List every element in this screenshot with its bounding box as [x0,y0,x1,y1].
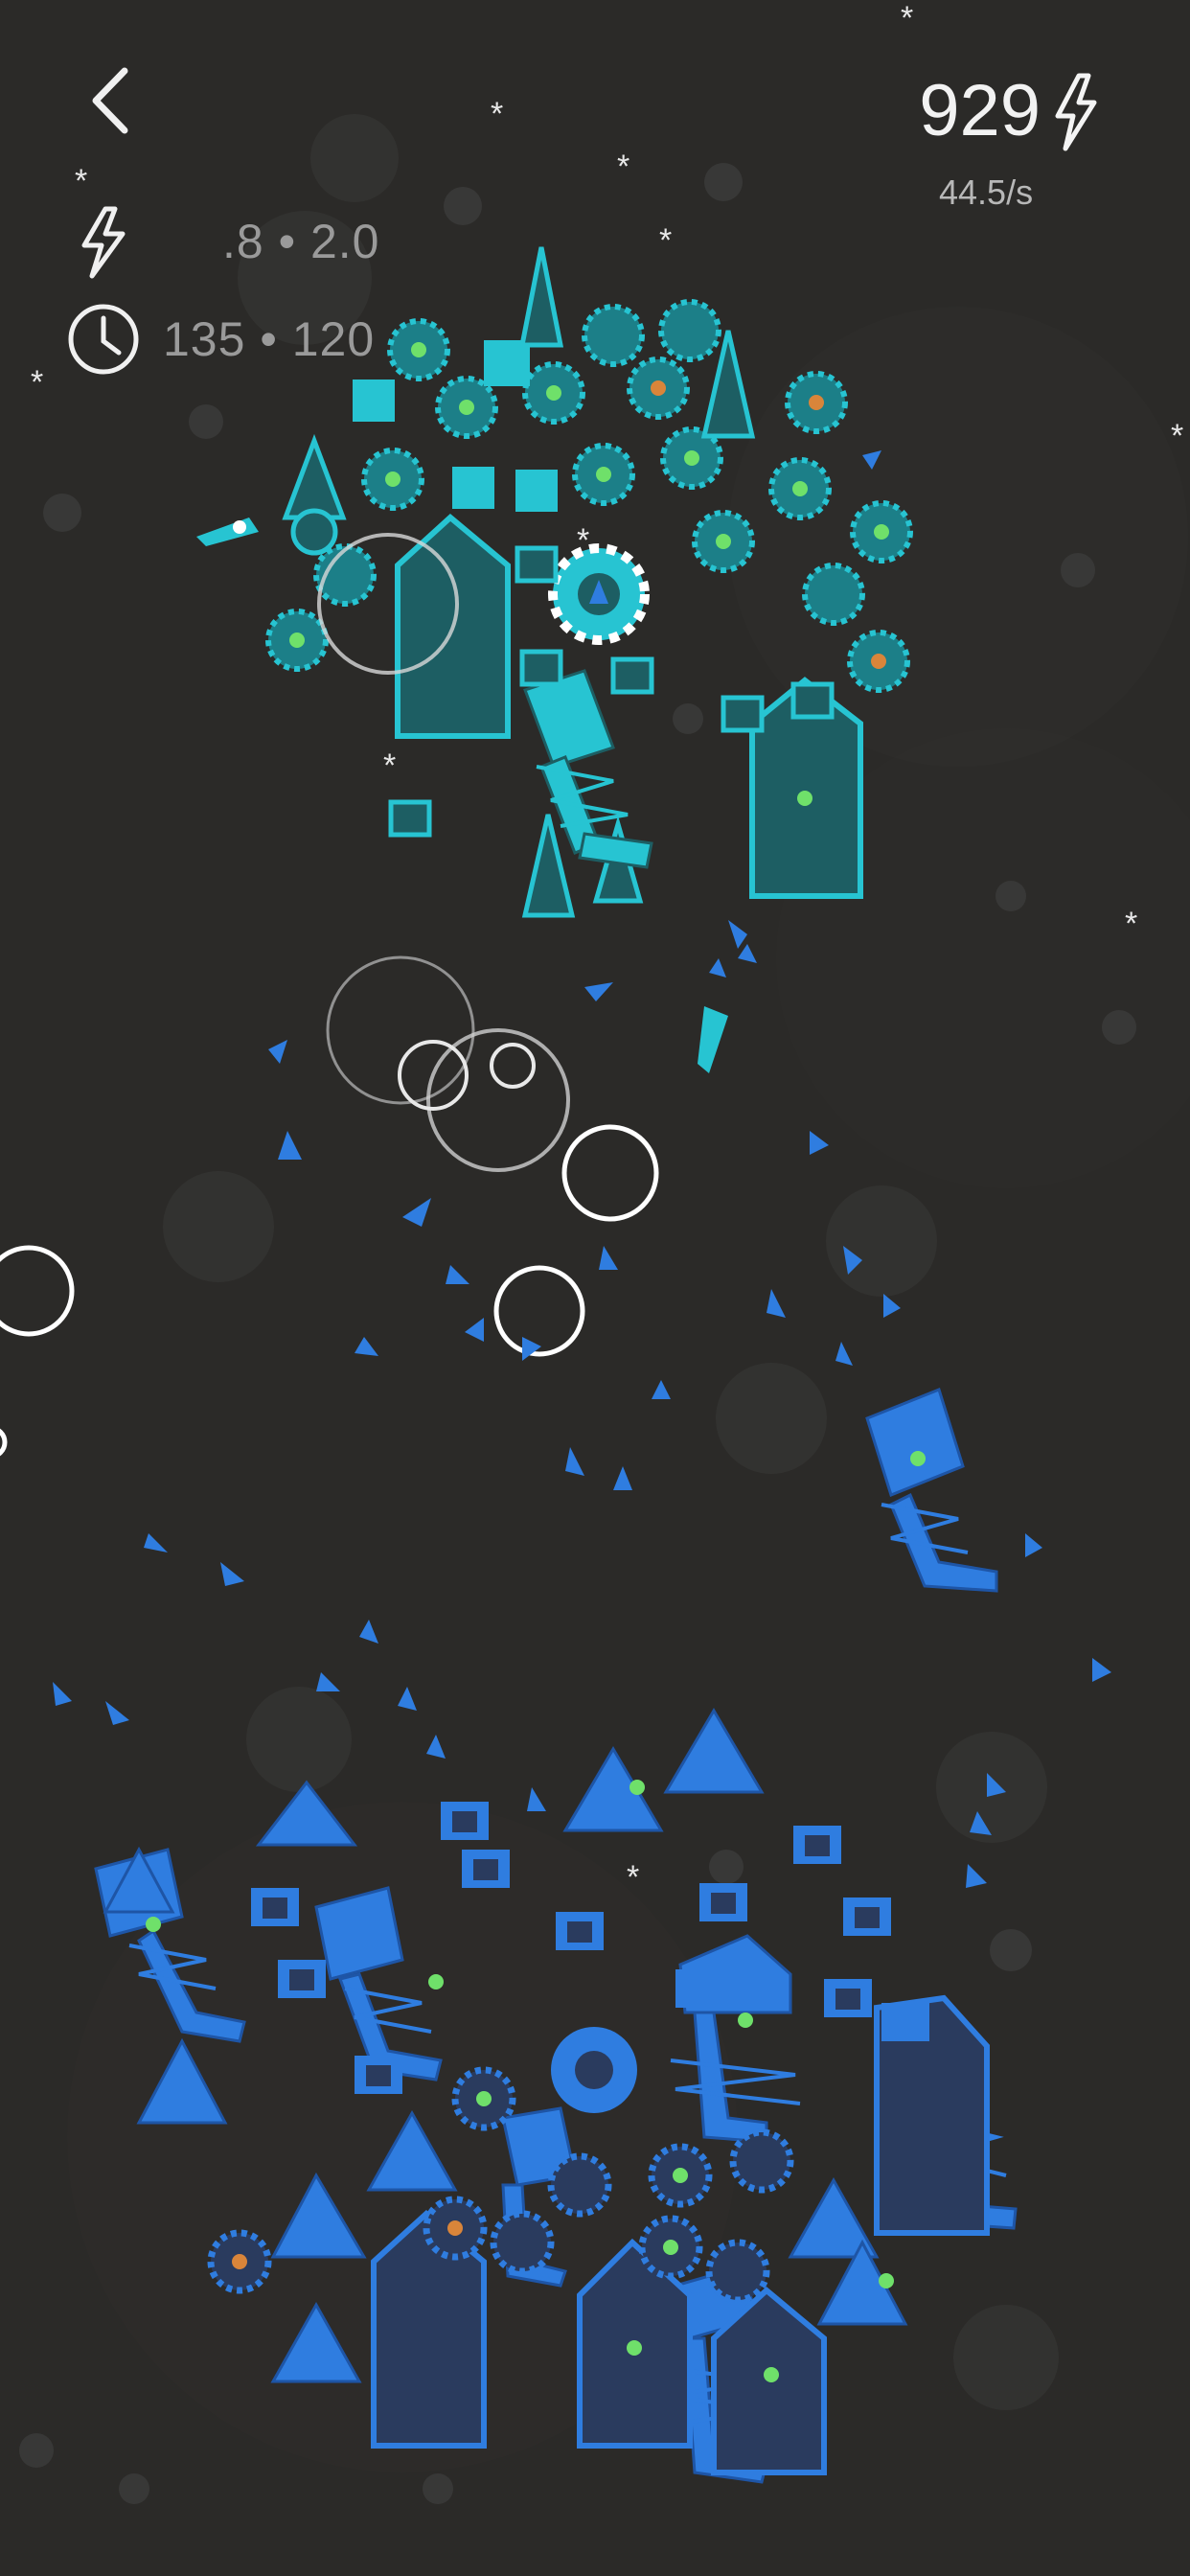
svg-text:*: * [617,149,629,185]
energy-rate: 44.5/s [939,172,1034,212]
back-button[interactable] [75,59,148,142]
svg-text:*: * [75,163,87,199]
chevron-left-icon [92,67,128,134]
clock-icon [68,304,139,375]
time-stat-value: 135 • 120 [163,312,376,366]
power-stat-value: .8 • 2.0 [222,215,380,268]
svg-text:*: * [1171,418,1183,454]
svg-text:*: * [627,1859,639,1896]
lightning-bolt-icon [1055,73,1097,150]
energy-count: 929 [919,70,1041,151]
svg-text:*: * [31,364,43,401]
time-stat-row: 135 • 120 [63,299,375,380]
energy-counter: 929 [919,69,1102,152]
svg-text:*: * [901,0,913,36]
svg-text:*: * [1125,906,1137,942]
power-stat-row: .8 • 2.0 [63,201,380,282]
battlefield[interactable]: *** *** *** ** [0,0,1190,2576]
svg-text:*: * [659,222,672,259]
svg-text:*: * [383,748,396,784]
lightning-bolt-icon [81,206,126,279]
svg-text:*: * [491,96,503,132]
